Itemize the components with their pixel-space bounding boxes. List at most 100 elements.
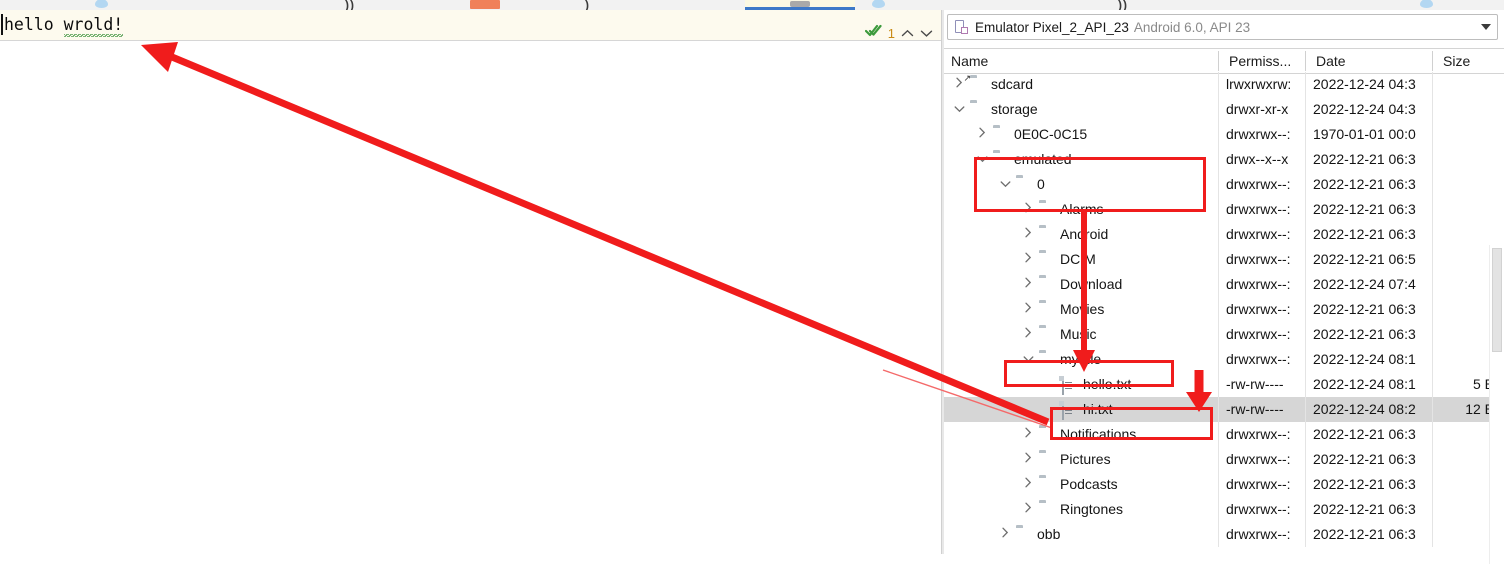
double-check-icon	[864, 24, 882, 42]
chevron-right-icon[interactable]	[1021, 497, 1035, 522]
chevron-right-icon[interactable]	[998, 522, 1012, 547]
column-header-name[interactable]: Name	[944, 49, 1226, 73]
row-column-divider-2	[1305, 272, 1306, 297]
file-permissions-cell: drwxrwx--:	[1226, 126, 1291, 142]
row-column-divider-3	[1432, 97, 1433, 122]
file-name-label: 0E0C-0C15	[1014, 126, 1088, 142]
chevron-right-icon[interactable]	[1021, 222, 1035, 247]
column-header-permissions[interactable]: Permiss...	[1222, 49, 1309, 73]
row-column-divider-3	[1432, 322, 1433, 347]
file-size-cell	[1432, 322, 1494, 347]
table-row[interactable]: Ringtones drwxrwx--: 2022-12-21 06:3	[944, 497, 1504, 522]
row-column-divider-1	[1218, 522, 1219, 547]
chevron-right-icon[interactable]	[1021, 272, 1035, 297]
row-column-divider-2	[1305, 472, 1306, 497]
inspection-widget[interactable]: 1	[864, 24, 933, 42]
toolbar-icon-8[interactable]: _	[1490, 0, 1498, 10]
table-row[interactable]: Notifications drwxrwx--: 2022-12-21 06:3	[944, 422, 1504, 447]
row-column-divider-3	[1432, 172, 1433, 197]
file-date-cell: 2022-12-21 06:3	[1313, 151, 1416, 167]
file-size-cell	[1432, 422, 1494, 447]
file-permissions-cell: drwxrwx--:	[1226, 226, 1291, 242]
chevron-down-icon[interactable]	[952, 97, 966, 122]
table-row[interactable]: Podcasts drwxrwx--: 2022-12-21 06:3	[944, 472, 1504, 497]
file-date-cell: 2022-12-24 08:2	[1313, 401, 1416, 417]
file-tree[interactable]: ↗ sdcard lrwxrwxrw: 2022-12-24 04:3 storage d…	[944, 72, 1504, 554]
table-row[interactable]: Android drwxrwx--: 2022-12-21 06:3	[944, 222, 1504, 247]
column-header-date[interactable]: Date	[1309, 49, 1428, 73]
table-row[interactable]: Music drwxrwx--: 2022-12-21 06:3	[944, 322, 1504, 347]
table-row[interactable]: ↗ sdcard lrwxrwxrw: 2022-12-24 04:3	[944, 72, 1504, 97]
column-header-size[interactable]: Size	[1436, 49, 1504, 73]
row-column-divider-1	[1218, 497, 1219, 522]
table-row[interactable]: Download drwxrwx--: 2022-12-24 07:4	[944, 272, 1504, 297]
file-permissions-cell: drwxrwx--:	[1226, 301, 1291, 317]
row-column-divider-3	[1432, 147, 1433, 172]
toolbar-icon-3[interactable]: )_	[585, 0, 598, 10]
row-column-divider-3	[1432, 447, 1433, 472]
toolbar-icon-2[interactable]: ))	[345, 0, 355, 10]
row-column-divider-2	[1305, 497, 1306, 522]
device-name-label: Emulator Pixel_2_API_23	[975, 19, 1129, 35]
table-row[interactable]: obb drwxrwx--: 2022-12-21 06:3	[944, 522, 1504, 547]
row-column-divider-3	[1432, 497, 1433, 522]
file-date-cell: 2022-12-21 06:3	[1313, 201, 1416, 217]
device-selector-combobox[interactable]: Emulator Pixel_2_API_23 Android 6.0, API…	[947, 14, 1498, 40]
chevron-right-icon[interactable]	[975, 122, 989, 147]
chevron-up-icon[interactable]	[901, 27, 914, 40]
toolbar-icon-5[interactable]	[872, 0, 885, 8]
row-column-divider-3	[1432, 197, 1433, 222]
toolbar-icon-1[interactable]	[95, 0, 108, 8]
table-row[interactable]: Pictures drwxrwx--: 2022-12-21 06:3	[944, 447, 1504, 472]
toolbar-icon-6[interactable]: ))	[1118, 0, 1128, 10]
column-divider-1[interactable]	[1218, 51, 1219, 71]
file-permissions-cell: drwxr-xr-x	[1226, 101, 1289, 117]
chevron-down-icon[interactable]	[920, 27, 933, 40]
chevron-right-icon[interactable]	[1021, 247, 1035, 272]
file-size-cell	[1432, 122, 1494, 147]
row-column-divider-1	[1218, 322, 1219, 347]
file-permissions-cell: drwxrwx--:	[1226, 451, 1291, 467]
row-column-divider-2	[1305, 372, 1306, 397]
row-column-divider-2	[1305, 397, 1306, 422]
file-permissions-cell: drwxrwx--:	[1226, 526, 1291, 542]
file-permissions-cell: -rw-rw----	[1226, 376, 1284, 392]
row-column-divider-2	[1305, 197, 1306, 222]
column-divider-3[interactable]	[1432, 51, 1433, 71]
toolbar-icon-android[interactable]	[470, 0, 500, 9]
toolbar-icon-4[interactable]: _	[645, 0, 653, 10]
chevron-right-icon[interactable]	[1021, 447, 1035, 472]
code-editor-pane[interactable]: hello wrold! 1	[0, 10, 941, 41]
chevron-right-icon[interactable]	[1021, 422, 1035, 447]
editor-line-content[interactable]: hello wrold!	[4, 15, 123, 37]
file-permissions-cell: drwxrwx--:	[1226, 276, 1291, 292]
file-name-label: storage	[991, 101, 1038, 117]
file-table-header: Name Permiss... Date Size	[944, 48, 1504, 74]
chevron-right-icon[interactable]	[1021, 322, 1035, 347]
file-size-cell	[1432, 147, 1494, 172]
file-date-cell: 2022-12-24 04:3	[1313, 101, 1416, 117]
file-name-label: obb	[1037, 526, 1061, 542]
chevron-right-icon[interactable]	[1021, 297, 1035, 322]
explorer-scrollbar-thumb[interactable]	[1492, 248, 1502, 352]
file-name-label: Podcasts	[1060, 476, 1118, 492]
table-row[interactable]: hi.txt -rw-rw---- 2022-12-24 08:2 12 B	[944, 397, 1504, 422]
file-name-label: sdcard	[991, 76, 1034, 92]
row-column-divider-2	[1305, 247, 1306, 272]
column-divider-2[interactable]	[1305, 51, 1306, 71]
table-row[interactable]: storage drwxr-xr-x 2022-12-24 04:3	[944, 97, 1504, 122]
chevron-right-icon[interactable]	[1021, 472, 1035, 497]
row-column-divider-3	[1432, 397, 1433, 422]
file-size-cell	[1432, 497, 1494, 522]
row-column-divider-1	[1218, 222, 1219, 247]
table-row[interactable]: Movies drwxrwx--: 2022-12-21 06:3	[944, 297, 1504, 322]
row-column-divider-2	[1305, 297, 1306, 322]
table-row[interactable]: 0E0C-0C15 drwxrwx--: 1970-01-01 00:0	[944, 122, 1504, 147]
row-column-divider-2	[1305, 122, 1306, 147]
row-column-divider-1	[1218, 397, 1219, 422]
toolbar-icon-7[interactable]	[1420, 0, 1433, 8]
inspection-count: 1	[887, 25, 895, 41]
chevron-down-icon[interactable]	[1481, 24, 1491, 30]
editor-text-prefix: hello	[4, 15, 64, 34]
table-row[interactable]: DCIM drwxrwx--: 2022-12-21 06:5	[944, 247, 1504, 272]
